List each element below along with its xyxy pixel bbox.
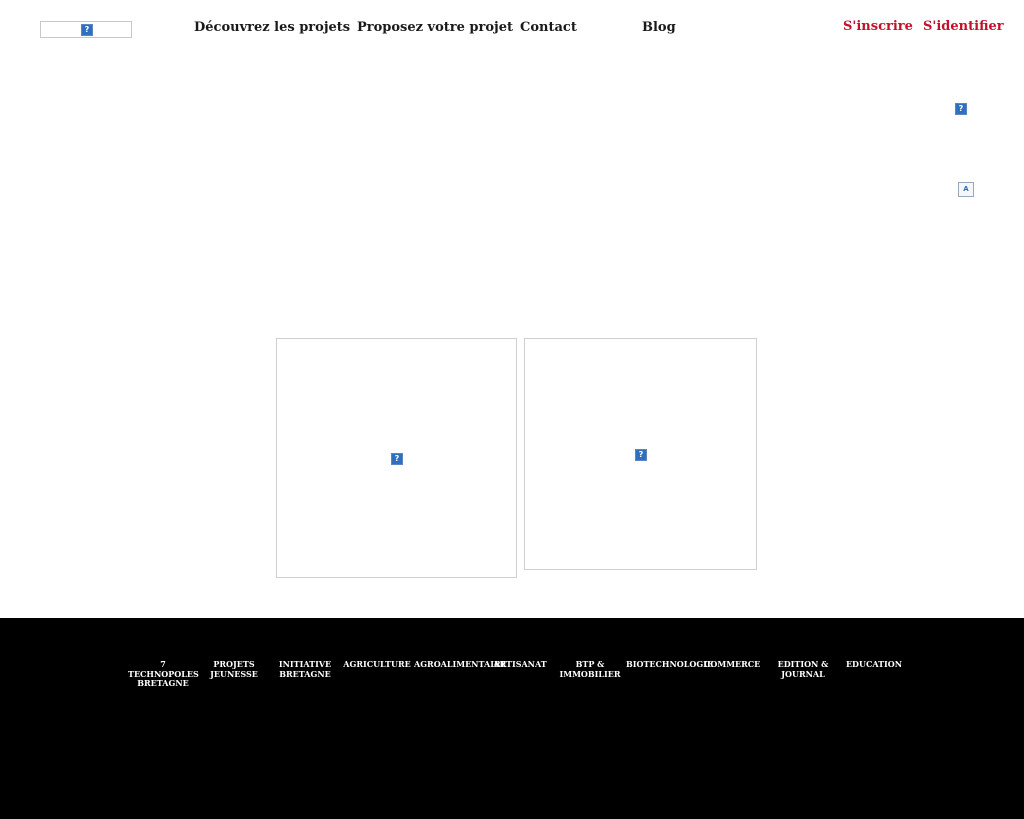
- category-projets-jeunesse[interactable]: PROJETS JEUNESSE: [204, 659, 264, 679]
- broken-image-icon: ?: [81, 24, 93, 36]
- category-biotechnologie[interactable]: BIOTECHNOLOGIE: [626, 659, 713, 670]
- category-btp-immobilier[interactable]: BTP & IMMOBILIER: [558, 659, 622, 679]
- nav-propose-project[interactable]: Proposez votre projet: [357, 20, 513, 35]
- nav-contact[interactable]: Contact: [520, 20, 577, 35]
- nav-discover-projects[interactable]: Découvrez les projets: [194, 20, 350, 35]
- category-initiative-bretagne[interactable]: INITIATIVE BRETAGNE: [274, 659, 336, 679]
- nav-blog[interactable]: Blog: [642, 20, 676, 35]
- project-card-1[interactable]: ?: [276, 338, 517, 578]
- category-edition-journal[interactable]: EDITION & JOURNAL: [772, 659, 834, 679]
- signup-link[interactable]: S'inscrire: [843, 19, 913, 34]
- broken-image-icon: ?: [635, 449, 647, 461]
- project-card-2[interactable]: ?: [524, 338, 757, 570]
- login-link[interactable]: S'identifier: [923, 19, 1004, 34]
- category-education[interactable]: EDUCATION: [844, 659, 904, 670]
- category-commerce[interactable]: COMMERCE: [704, 659, 760, 670]
- category-agroalimentaire[interactable]: AGROALIMENTAIRE: [414, 659, 507, 670]
- footer: 7 TECHNOPOLES BRETAGNE PROJETS JEUNESSE …: [0, 618, 1024, 819]
- category-technopoles[interactable]: 7 TECHNOPOLES BRETAGNE: [128, 659, 199, 689]
- category-artisanat[interactable]: ARTISANAT: [492, 659, 548, 670]
- broken-image-icon[interactable]: ?: [955, 103, 967, 115]
- document-icon[interactable]: A: [958, 182, 974, 197]
- document-glyph: A: [963, 185, 969, 193]
- category-agriculture[interactable]: AGRICULTURE: [342, 659, 412, 670]
- broken-image-icon: ?: [391, 453, 403, 465]
- site-logo[interactable]: ?: [40, 21, 132, 38]
